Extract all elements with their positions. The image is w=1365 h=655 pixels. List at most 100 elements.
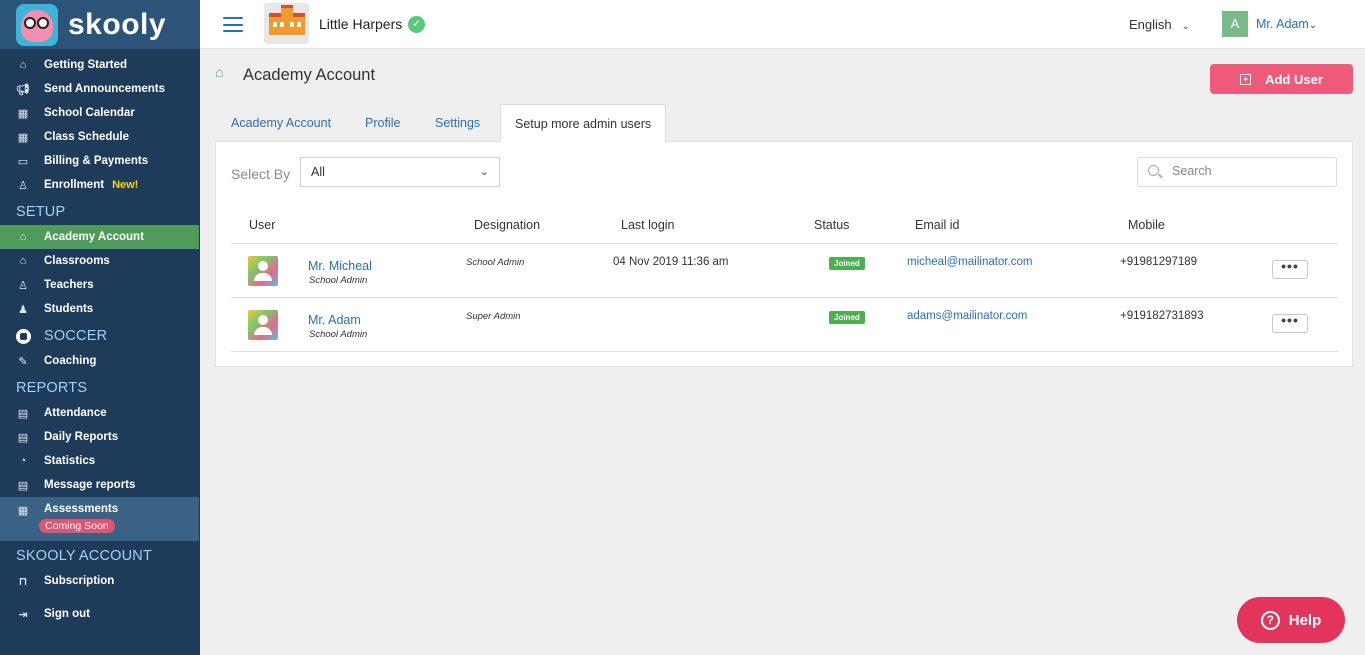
sidebar-item-class-schedule[interactable]: ▦ Class Schedule (0, 125, 199, 149)
sidebar-item-attendance[interactable]: ▤ Attendance (0, 401, 199, 425)
column-header-status: Status (814, 218, 850, 232)
user-name: Mr. Adam (1256, 17, 1309, 31)
more-options-button[interactable]: ••• (1272, 259, 1308, 279)
user-role: School Admin (309, 329, 368, 340)
last-login: 04 Nov 2019 11:36 am (613, 256, 729, 268)
sidebar-item-label: Attendance (44, 407, 107, 419)
pie-icon: ◔ (19, 455, 27, 467)
sidebar-item-message-reports[interactable]: ▤ Message reports (0, 473, 199, 497)
page-title: Academy Account (243, 66, 376, 84)
sidebar-item-label: Send Announcements (44, 83, 165, 95)
help-button[interactable]: ? Help (1237, 597, 1345, 643)
more-options-button[interactable]: ••• (1272, 313, 1308, 333)
calendar-icon: ▦ (17, 504, 29, 517)
academy-icon: ⌂ (215, 64, 224, 80)
select-by-label: Select By (231, 166, 291, 182)
email-link[interactable]: adams@mailinator.com (907, 310, 1027, 322)
sidebar-item-label: School Calendar (44, 107, 135, 119)
tab-settings[interactable]: Settings (435, 104, 480, 142)
sidebar-item-classrooms[interactable]: ⌂ Classrooms (0, 249, 199, 273)
reports-heading: REPORTS (16, 380, 88, 396)
sidebar-item-label: Subscription (44, 575, 115, 587)
sidebar-item-coaching[interactable]: ✎ Coaching (0, 349, 199, 373)
column-header-user: User (249, 218, 276, 232)
search-icon (1148, 165, 1159, 176)
sidebar-item-label: Academy Account (44, 231, 144, 243)
admin-users-panel: Select By All ⌄ User Designation Last lo… (215, 141, 1353, 367)
sidebar-item-label: Enrollment (44, 179, 105, 191)
add-user-label: Add User (1265, 71, 1323, 87)
chevron-down-icon: ⌄ (479, 166, 489, 178)
sidebar-item-subscription[interactable]: ⊓ Subscription (0, 569, 199, 593)
sidebar-item-school-calendar[interactable]: ▦ School Calendar (0, 101, 199, 125)
new-badge: New! (112, 179, 139, 191)
sidebar-item-daily-reports[interactable]: ▤ Daily Reports (0, 425, 199, 449)
verified-check-icon: ✓ (408, 16, 425, 33)
chevron-down-icon: ⌄ (1308, 20, 1318, 31)
sidebar-item-getting-started[interactable]: ⌂ Getting Started (0, 53, 199, 77)
select-value: All (311, 165, 325, 179)
tab-profile[interactable]: Profile (365, 104, 400, 142)
user-plus-icon: ♙ (18, 179, 28, 192)
help-label: Help (1288, 611, 1322, 629)
setup-heading: SETUP (16, 204, 66, 220)
skooly-account-heading: SKOOLY ACCOUNT (16, 548, 153, 564)
row-divider (231, 351, 1338, 352)
sidebar-item-label: Statistics (44, 455, 96, 467)
menu-toggle-icon[interactable] (223, 17, 243, 32)
user-name-link[interactable]: Mr. Adam (308, 313, 361, 327)
search-box[interactable] (1137, 157, 1337, 187)
select-by-dropdown[interactable]: All ⌄ (300, 157, 500, 187)
school-building-icon (268, 4, 305, 35)
sidebar-item-send-announcements[interactable]: 📢︎ Send Announcements (0, 77, 199, 101)
school-icon: ⌂ (19, 231, 27, 243)
column-header-email: Email id (915, 218, 960, 232)
school-logo (264, 3, 309, 44)
bookmark-icon: ⊓ (18, 575, 28, 588)
sidebar-item-students[interactable]: ♟ Students (0, 297, 199, 321)
sidebar: skooly ⌂ Getting Started 📢︎ Send Announc… (0, 0, 200, 655)
sidebar-item-statistics[interactable]: ◔ Statistics (0, 449, 199, 473)
search-input[interactable] (1172, 164, 1322, 178)
tab-setup-more-admin-users[interactable]: Setup more admin users (500, 104, 667, 142)
sidebar-item-sign-out[interactable]: ⇥ Sign out (0, 602, 199, 626)
sidebar-item-label: Coaching (44, 355, 97, 367)
owl-logo-icon (16, 3, 58, 46)
soccer-heading: SOCCER (16, 328, 107, 344)
classroom-icon: ⌂ (19, 255, 27, 267)
email-link[interactable]: micheal@mailinator.com (907, 256, 1032, 268)
brand[interactable]: skooly (0, 0, 200, 49)
student-icon: ♟ (18, 303, 28, 316)
signout-icon: ⇥ (18, 608, 28, 621)
sidebar-item-label: Daily Reports (44, 431, 119, 443)
user-avatar[interactable]: A (1222, 11, 1248, 37)
designation: School Admin (466, 257, 525, 268)
sidebar-item-label: Sign out (44, 608, 90, 620)
teacher-icon: ♙ (18, 279, 28, 292)
calendar-icon: ▦ (17, 131, 29, 144)
header-divider (231, 243, 1338, 244)
user-role: School Admin (309, 275, 368, 286)
sidebar-item-label: Students (44, 303, 94, 315)
soccer-ball-icon (16, 328, 31, 344)
language-selector[interactable]: English ⌄ (1129, 17, 1190, 32)
sidebar-item-label: Message reports (44, 479, 136, 491)
user-name-link[interactable]: Mr. Micheal (308, 259, 372, 273)
report-icon: ▤ (17, 431, 29, 444)
sidebar-item-enrollment[interactable]: ♙ Enrollment New! (0, 173, 199, 197)
sidebar-item-academy-account[interactable]: ⌂ Academy Account (0, 225, 199, 249)
status-badge: Joined (829, 257, 865, 270)
row-divider (231, 297, 1338, 298)
megaphone-icon: 📢︎ (16, 83, 30, 96)
sidebar-item-billing-payments[interactable]: ▭ Billing & Payments (0, 149, 199, 173)
user-avatar-icon (248, 310, 278, 340)
status-badge: Joined (829, 311, 865, 324)
coming-soon-badge: Coming Soon (39, 519, 115, 533)
sidebar-item-assessments[interactable]: ▦ Assessments Coming Soon (0, 497, 199, 541)
sidebar-item-teachers[interactable]: ♙ Teachers (0, 273, 199, 297)
add-user-button[interactable]: + Add User (1210, 64, 1353, 94)
column-header-last-login: Last login (621, 218, 675, 232)
tab-academy-account[interactable]: Academy Account (231, 104, 331, 142)
user-menu[interactable]: Mr. Adam⌄ (1256, 17, 1317, 31)
calendar-icon: ▦ (17, 107, 29, 120)
